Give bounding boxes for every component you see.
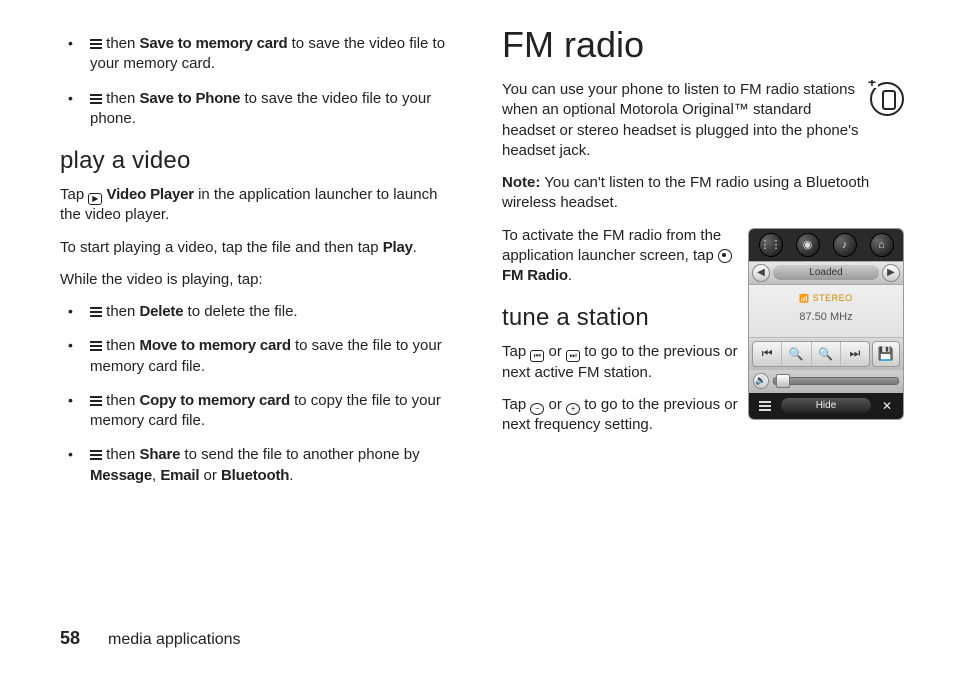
action-save-phone: Save to Phone	[140, 90, 241, 107]
tail-text: to send the file to another phone by	[180, 446, 419, 463]
text: or	[199, 467, 221, 484]
fm-menu-button[interactable]	[753, 397, 777, 415]
fm-next-preset-button[interactable]: ▶	[882, 264, 900, 282]
text: Tap	[60, 186, 88, 203]
save-bullet-list: then Save to memory card to save the vid…	[60, 34, 462, 129]
text: Tap	[502, 343, 530, 360]
text: or	[544, 396, 566, 413]
headset-accessory-icon	[870, 82, 904, 116]
note-label: Note:	[502, 174, 540, 191]
footer-label: media applications	[108, 631, 241, 648]
text: Tap	[502, 396, 530, 413]
fm-top-button-2[interactable]: ◉	[796, 233, 820, 257]
play-p3: While the video is playing, tap:	[60, 270, 462, 290]
share-email: Email	[160, 467, 199, 484]
play-p1: Tap ▶ Video Player in the application la…	[60, 185, 462, 226]
fm-save-preset-button[interactable]: 💾	[872, 341, 900, 367]
then-text: then	[102, 35, 140, 52]
text: To start playing a video, tap the file a…	[60, 239, 383, 256]
video-player-label: Video Player	[107, 186, 194, 203]
action-copy-memory: Copy to memory card	[140, 392, 290, 409]
text: .	[289, 467, 293, 484]
fm-radio-heading: FM radio	[502, 24, 904, 66]
fm-prev-preset-button[interactable]: ◀	[752, 264, 770, 282]
text: or	[544, 343, 566, 360]
fm-status-row: ◀ Loaded ▶	[749, 261, 903, 285]
fm-frequency: 87.50 MHz	[755, 311, 897, 323]
play-p2: To start playing a video, tap the file a…	[60, 238, 462, 258]
fm-close-button[interactable]: ✕	[875, 397, 899, 415]
menu-icon	[90, 307, 102, 317]
fm-freq-down-button[interactable]: 🔍	[782, 342, 811, 366]
note-text: You can't listen to the FM radio using a…	[502, 174, 869, 211]
then-text: then	[102, 90, 140, 107]
tail-text: to delete the file.	[183, 303, 297, 320]
fm-display: STEREO 87.50 MHz	[749, 285, 903, 338]
then-text: then	[102, 392, 140, 409]
share-message: Message	[90, 467, 152, 484]
prev-station-icon: ⏮	[530, 350, 544, 362]
tune-p2: Tap − or + to go to the previous or next…	[502, 395, 738, 436]
play-video-heading: play a video	[60, 147, 462, 175]
action-share: Share	[140, 446, 181, 463]
fm-top-button-1[interactable]: ⋮⋮	[759, 233, 783, 257]
fm-radio-label: FM Radio	[502, 267, 568, 284]
fm-prev-station-button[interactable]: ⏮	[753, 342, 782, 366]
fm-top-button-3[interactable]: ♪	[833, 233, 857, 257]
fm-activate: To activate the FM radio from the applic…	[502, 226, 738, 287]
then-text: then	[102, 446, 140, 463]
menu-icon	[90, 39, 102, 49]
fm-bottom-bar: Hide ✕	[749, 393, 903, 419]
fm-stereo-label: STEREO	[755, 293, 897, 303]
fm-note: Note: You can't listen to the FM radio u…	[502, 173, 904, 214]
fm-control-row: ⏮ 🔍 🔍 ⏭ 💾	[749, 338, 903, 370]
fm-top-bar: ⋮⋮ ◉ ♪ ⌂	[749, 229, 903, 261]
tune-station-heading: tune a station	[502, 304, 738, 332]
then-text: then	[102, 337, 140, 354]
next-station-icon: ⏭	[566, 350, 580, 362]
freq-down-icon: −	[530, 403, 544, 415]
bullet-save-phone: then Save to Phone to save the video fil…	[90, 89, 462, 130]
play-action: Play	[383, 239, 413, 256]
bullet-save-memory: then Save to memory card to save the vid…	[90, 34, 462, 75]
page-number: 58	[60, 628, 80, 648]
fm-speaker-icon[interactable]: 🔊	[753, 373, 769, 389]
action-move-memory: Move to memory card	[140, 337, 291, 354]
play-bullet-list: then Delete to delete the file. then Mov…	[60, 302, 462, 486]
fm-volume-slider[interactable]	[773, 377, 899, 385]
bullet-share: then Share to send the file to another p…	[90, 445, 462, 486]
left-column: then Save to memory card to save the vid…	[60, 30, 462, 590]
text: .	[568, 267, 572, 284]
menu-icon	[90, 396, 102, 406]
fm-volume-row: 🔊	[749, 370, 903, 393]
freq-up-icon: +	[566, 403, 580, 415]
page-footer: 58 media applications	[60, 628, 241, 649]
then-text: then	[102, 303, 140, 320]
right-column: FM radio You can use your phone to liste…	[502, 30, 904, 590]
action-delete: Delete	[140, 303, 184, 320]
text: To activate the FM radio from the applic…	[502, 227, 721, 264]
fm-top-button-4[interactable]: ⌂	[870, 233, 894, 257]
menu-icon	[90, 94, 102, 104]
fm-radio-icon	[718, 249, 732, 263]
menu-icon	[90, 450, 102, 460]
bullet-delete: then Delete to delete the file.	[90, 302, 462, 322]
fm-freq-up-button[interactable]: 🔍	[812, 342, 841, 366]
tune-p1: Tap ⏮ or ⏭ to go to the previous or next…	[502, 342, 738, 383]
video-player-icon: ▶	[88, 193, 102, 205]
fm-next-station-button[interactable]: ⏭	[841, 342, 869, 366]
bullet-copy-memory: then Copy to memory card to copy the fil…	[90, 391, 462, 432]
text: .	[413, 239, 417, 256]
fm-hide-button[interactable]: Hide	[781, 398, 871, 413]
fm-intro: You can use your phone to listen to FM r…	[502, 80, 904, 161]
action-save-memory: Save to memory card	[140, 35, 288, 52]
menu-icon	[90, 341, 102, 351]
bullet-move-memory: then Move to memory card to save the fil…	[90, 336, 462, 377]
fm-seek-group: ⏮ 🔍 🔍 ⏭	[752, 341, 870, 367]
fm-radio-widget: ⋮⋮ ◉ ♪ ⌂ ◀ Loaded ▶ STEREO 87.50 MHz ⏮ 🔍…	[748, 228, 904, 420]
fm-preset-label: Loaded	[773, 265, 879, 280]
share-bluetooth: Bluetooth	[221, 467, 289, 484]
